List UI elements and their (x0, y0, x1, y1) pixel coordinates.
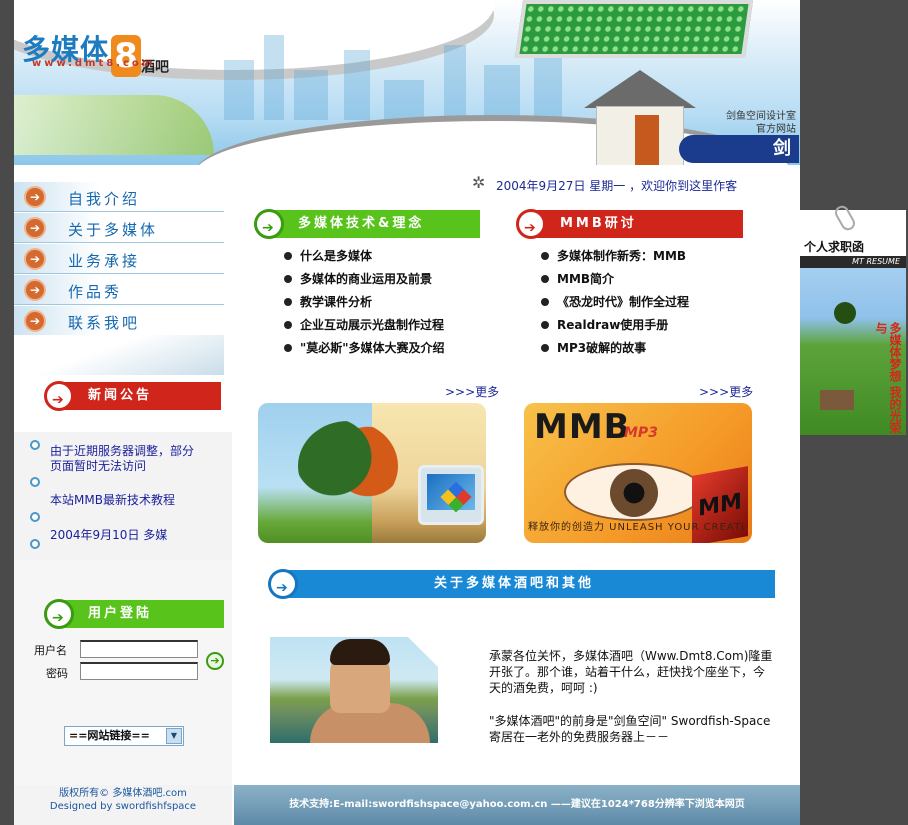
list-item[interactable]: 企业互动展示光盘制作过程 (284, 314, 445, 337)
more-mmb-link[interactable]: >>>更多 (699, 383, 753, 400)
author-photo (270, 637, 438, 743)
ad-vertical-text: 多媒体梦想 我的光荣与 (874, 322, 902, 435)
section-mmb-title: MMB研讨 (560, 216, 637, 231)
login-panel: 用户登陆 用户名 密码 ➔ ==网站链接== ▼ (14, 560, 232, 785)
nav-item-business[interactable]: ➔ 业务承接 (14, 244, 224, 274)
site-links-selected: ==网站链接== (69, 729, 150, 742)
section-tech-title-bar: 多媒体技术&理念 (254, 209, 480, 242)
bullet-icon (30, 539, 40, 549)
tech-article-list: 什么是多媒体 多媒体的商业运用及前景 教学课件分析 企业互动展示光盘制作过程 "… (284, 245, 445, 360)
main-footer: 技术支持:E-mail:swordfishspace@yahoo.com.cn … (234, 785, 800, 825)
ad-subtitle: MT RESUME (800, 256, 906, 268)
eye-icon (564, 463, 704, 521)
about-paragraph-2: "多媒体酒吧"的前身是"剑鱼空间" Swordfish-Space寄居在一老外的… (489, 714, 771, 744)
page: 多媒体 8 酒吧 www.dmt8.com 剑鱼空间设计室 官方网站 剑 ➔ 自我介… (14, 0, 800, 825)
left-sidebar: ➔ 自我介绍 ➔ 关于多媒体 ➔ 业务承接 ➔ 作品秀 ➔ 联系我吧 新闻公告 … (14, 165, 234, 825)
login-submit-icon[interactable]: ➔ (206, 652, 224, 670)
sword-logo-badge[interactable]: 剑 (679, 135, 799, 163)
news-title-bar: 新闻公告 (44, 381, 221, 414)
list-item[interactable]: 多媒体的商业运用及前景 (284, 268, 445, 291)
list-item[interactable]: 多媒体制作新秀：MMB (541, 245, 689, 268)
mmb-article-list: 多媒体制作新秀：MMB MMB简介 《恐龙时代》制作全过程 Realdraw使用… (541, 245, 689, 360)
nav-item-contact[interactable]: ➔ 联系我吧 (14, 306, 224, 336)
bullet-icon (30, 477, 40, 487)
logo-eight: 8 (111, 34, 142, 77)
list-item[interactable]: Realdraw使用手册 (541, 314, 689, 337)
resume-ad[interactable]: 个人求职函 MT RESUME 多媒体梦想 我的光荣与 (800, 210, 906, 435)
main-content: ✲ 2004年9月27日 星期一 ，欢迎你到这里作客 多媒体技术&理念 MMB研… (234, 165, 800, 825)
copyright: 版权所有© 多媒体酒吧.com Designed by swordfishfsp… (14, 785, 232, 825)
nav-item-about-multimedia[interactable]: ➔ 关于多媒体 (14, 213, 224, 243)
password-label: 密码 (46, 667, 68, 680)
login-title-bar: 用户登陆 (44, 599, 224, 632)
list-item[interactable]: MMB简介 (541, 268, 689, 291)
designer-line: Designed by swordfishfspace (49, 801, 197, 812)
copyright-line: 版权所有© 多媒体酒吧.com (59, 788, 187, 799)
site-header: 多媒体 8 酒吧 www.dmt8.com 剑鱼空间设计室 官方网站 剑 (14, 0, 800, 165)
section-mmb-title-bar: MMB研讨 (516, 209, 743, 242)
username-label: 用户名 (34, 644, 67, 657)
studio-credit: 剑鱼空间设计室 官方网站 (726, 110, 796, 136)
list-item[interactable]: "莫必斯"多媒体大赛及介绍 (284, 337, 445, 360)
arrow-circle-icon (268, 569, 298, 602)
list-item[interactable]: 教学课件分析 (284, 291, 445, 314)
bench-icon (820, 390, 854, 410)
arrow-circle-icon: ➔ (24, 310, 46, 332)
bullet-icon (30, 440, 40, 450)
nav-item-works[interactable]: ➔ 作品秀 (14, 275, 224, 305)
about-title: 关于多媒体酒吧和其他 (434, 576, 595, 591)
about-paragraph-1: 承蒙各位关怀，多媒体酒吧（Www.Dmt8.Com)隆重开张了。那个谁，站着干什… (489, 649, 773, 695)
password-input[interactable] (80, 662, 198, 680)
tech-banner-image[interactable] (258, 403, 486, 543)
site-logo[interactable]: 多媒体 8 酒吧 (22, 28, 169, 77)
login-title: 用户登陆 (88, 606, 153, 621)
star-icon: ✲ (472, 173, 486, 192)
chevron-down-icon: ▼ (166, 728, 182, 744)
arrow-circle-icon (254, 209, 284, 242)
nav-label: 自我介绍 (68, 190, 141, 208)
drinks-graphic (14, 95, 214, 155)
news-item-3[interactable]: 2004年9月10日 多媒 (50, 528, 220, 543)
news-list: 由于近期服务器调整，部分页面暂时无法访问 本站MMB最新技术教程 2004年9月… (14, 432, 232, 560)
mmb-banner-slogan: 释放你的创造力 UNLEASH YOUR CREATI (528, 522, 746, 533)
arrow-circle-icon (44, 599, 74, 632)
arrow-circle-icon: ➔ (24, 248, 46, 270)
arrow-circle-icon (516, 209, 546, 242)
arrow-circle-icon: ➔ (24, 186, 46, 208)
billboard-graphic (514, 0, 754, 58)
computer-monitor-icon (418, 465, 484, 525)
studio-name: 剑鱼空间设计室 (726, 111, 796, 122)
arrow-circle-icon: ➔ (24, 279, 46, 301)
house-icon (584, 70, 696, 165)
list-item[interactable]: 《恐龙时代》制作全过程 (541, 291, 689, 314)
mmb-banner-title: MMB (534, 407, 631, 447)
tree-icon (298, 421, 398, 511)
ad-title: 个人求职函 (804, 240, 865, 254)
nav-label: 作品秀 (68, 283, 123, 301)
logo-url: www.dmt8.com (32, 58, 156, 69)
news-item-1[interactable]: 由于近期服务器调整，部分页面暂时无法访问 (50, 444, 200, 474)
welcome-date: 2004年9月27日 星期一 ，欢迎你到这里作客 (496, 179, 738, 193)
mmb-banner-image[interactable]: MMB MP3 MM 释放你的创造力 UNLEASH YOUR CREATI (524, 403, 752, 543)
section-tech-title: 多媒体技术&理念 (298, 216, 425, 231)
tree-icon (834, 302, 856, 324)
mmb-banner-mp3: MP3 (624, 425, 658, 441)
list-item[interactable]: 什么是多媒体 (284, 245, 445, 268)
arrow-circle-icon: ➔ (24, 217, 46, 239)
nav-decoration (14, 335, 224, 375)
about-title-bar: 关于多媒体酒吧和其他 (268, 569, 775, 602)
nav-label: 业务承接 (68, 252, 141, 270)
arrow-circle-icon (44, 381, 74, 414)
list-item[interactable]: MP3破解的故事 (541, 337, 689, 360)
nav-label: 关于多媒体 (68, 221, 159, 239)
username-input[interactable] (80, 640, 198, 658)
more-tech-link[interactable]: >>>更多 (445, 383, 499, 400)
nav-item-about-me[interactable]: ➔ 自我介绍 (14, 182, 224, 212)
site-links-select[interactable]: ==网站链接== ▼ (64, 726, 184, 746)
news-title: 新闻公告 (88, 388, 153, 403)
news-item-2[interactable]: 本站MMB最新技术教程 (50, 493, 220, 508)
nav-label: 联系我吧 (68, 314, 141, 332)
bullet-icon (30, 512, 40, 522)
